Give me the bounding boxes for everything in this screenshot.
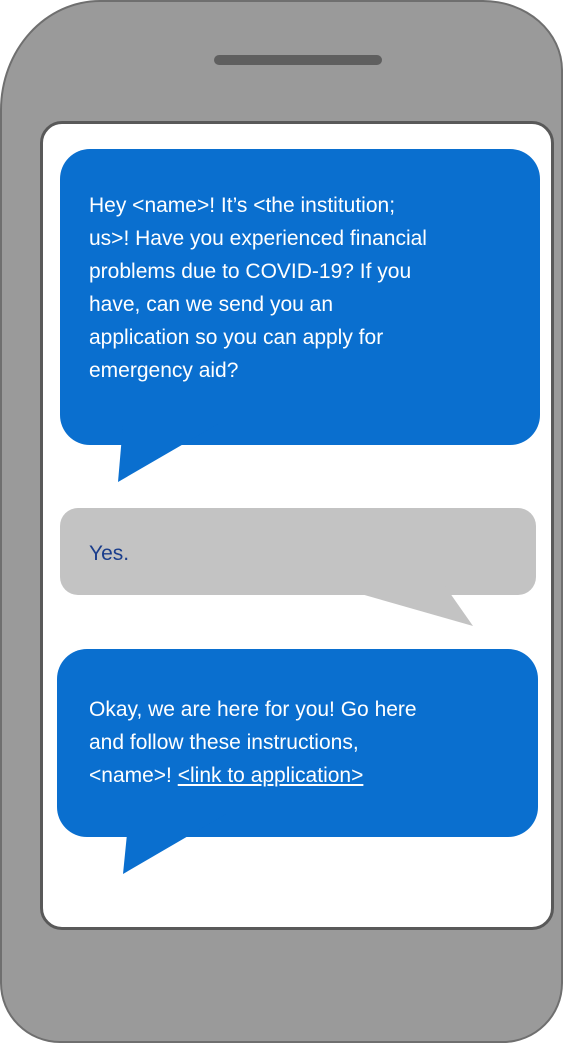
- phone-screen: Hey <name>! It’s <the institution; us>! …: [40, 121, 554, 930]
- message-bubble-2-tail: [123, 814, 226, 874]
- speaker-icon: [214, 55, 382, 65]
- phone: Hey <name>! It’s <the institution; us>! …: [0, 0, 563, 1043]
- message-1-text: Hey <name>! It’s <the institution; us>! …: [89, 194, 427, 382]
- message-bubble-1-tail: [118, 424, 218, 482]
- reply-bubble-1-tail: [333, 586, 473, 626]
- application-link[interactable]: <link to application>: [178, 764, 364, 787]
- reply-bubble-1: Yes.: [60, 508, 536, 595]
- message-2-text: Okay, we are here for you! Go here and f…: [89, 693, 518, 792]
- message-bubble-2: Okay, we are here for you! Go here and f…: [57, 649, 538, 837]
- message-bubble-1: Hey <name>! It’s <the institution; us>! …: [60, 149, 540, 445]
- reply-1-text: Yes.: [89, 542, 130, 565]
